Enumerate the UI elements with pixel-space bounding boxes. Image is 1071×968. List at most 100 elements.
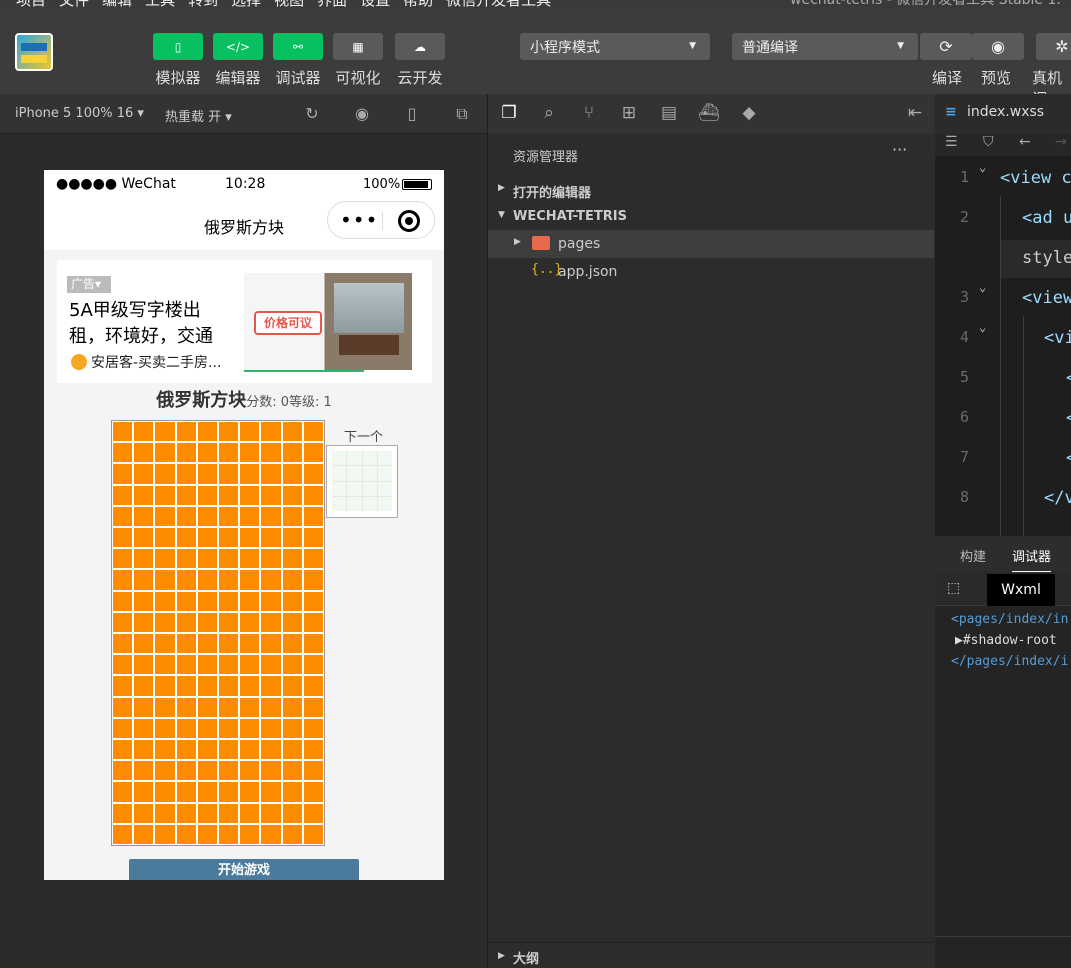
project-avatar-icon[interactable] (15, 33, 53, 71)
board-cell (155, 464, 175, 484)
record-icon[interactable]: ◉ (352, 104, 372, 124)
board-cell (197, 634, 217, 654)
menu-item[interactable]: 选择 (231, 0, 261, 8)
tab-index-wxss[interactable]: ≡ index.wxss (945, 104, 1044, 120)
line-number: 8 (959, 488, 969, 506)
board-cell (282, 443, 302, 463)
fold-chevron-icon[interactable]: ⌄ (979, 320, 986, 334)
menu-item[interactable]: 界面 (317, 0, 347, 8)
board-cell (303, 443, 323, 463)
phone-icon[interactable]: ▯ (402, 104, 422, 124)
preview-cell (362, 496, 377, 511)
visual-button[interactable]: ▦ (333, 33, 383, 60)
cloud-dev-button[interactable]: ☁ (395, 33, 445, 60)
tab-build[interactable]: 构建 (960, 546, 986, 565)
plugin-icon[interactable]: ◆ (738, 103, 760, 125)
menu-item[interactable]: 设置 (360, 0, 390, 8)
board-cell (261, 718, 281, 738)
back-arrow-icon[interactable]: ← (1019, 134, 1031, 150)
git-branch-icon[interactable]: ⑂ (578, 103, 600, 125)
board-cell (219, 782, 239, 802)
board-cell (134, 697, 154, 717)
menu-item[interactable]: 微信开发者工具 (446, 0, 551, 8)
menu-item[interactable]: 转到 (188, 0, 218, 8)
board-cell (155, 824, 175, 844)
battery-level: 100% (363, 177, 401, 192)
dom-node[interactable]: <pages/index/in (951, 612, 1068, 627)
css-file-icon: ≡ (945, 104, 957, 120)
status-bar: ●●●●● WeChat 10:28 100% (44, 170, 444, 198)
layout-icon: ▦ (352, 39, 364, 54)
menu-item[interactable]: 文件 (59, 0, 89, 8)
code-editor[interactable]: 1 2 3 4 5 6 7 8 ⌄ ⌄ ⌄ <view c <ad u styl… (935, 156, 1071, 536)
tree-item-pages[interactable]: ▶ pages (488, 230, 934, 258)
hot-reload-toggle[interactable]: 热重载 开 ▾ (165, 106, 232, 125)
project-section[interactable]: ▼ WECHAT-TETRIS (488, 203, 934, 231)
board-cell (240, 824, 260, 844)
close-miniprogram-icon[interactable] (398, 210, 420, 232)
fold-chevron-icon[interactable]: ⌄ (979, 280, 986, 294)
search-icon[interactable]: ⌕ (538, 103, 560, 125)
compile-select[interactable]: 普通编译 ▼ (732, 33, 918, 60)
forward-arrow-icon[interactable]: → (1055, 134, 1067, 150)
board-cell (261, 612, 281, 632)
more-icon[interactable]: ··· (892, 140, 907, 159)
docker-icon[interactable]: ⛴ (698, 103, 720, 125)
board-cell (240, 506, 260, 526)
board-cell (282, 655, 302, 675)
mode-select[interactable]: 小程序模式 ▼ (520, 33, 710, 60)
ad-badge[interactable]: 广告▾ (67, 276, 111, 293)
element-picker-icon[interactable]: ⬚ (947, 580, 960, 596)
tetris-board[interactable] (111, 420, 325, 846)
code-line: <vi (1044, 328, 1071, 348)
ad-banner[interactable]: 广告▾ 5A甲级写字楼出租，环境好，交通 安居客-买卖二手房... 价格可议 (57, 260, 432, 383)
board-cell (261, 655, 281, 675)
open-editors-section[interactable]: ▶ 打开的编辑器 (488, 176, 934, 204)
board-cell (261, 422, 281, 442)
simulator-toggle-button[interactable]: ▯ (153, 33, 203, 60)
preview-cell (347, 496, 362, 511)
remote-debug-button[interactable]: ✲ (1036, 33, 1071, 60)
tree-item-app-json[interactable]: {..} app.json (488, 258, 934, 286)
menu-item[interactable]: 工具 (145, 0, 175, 8)
bug-icon: ✲ (1055, 37, 1069, 56)
preview-button[interactable]: ◉ (972, 33, 1024, 60)
files-icon[interactable]: ❐ (498, 103, 520, 125)
board-cell (197, 655, 217, 675)
cloud-icon: ☁ (414, 39, 426, 54)
board-cell (176, 464, 196, 484)
outline-section[interactable]: ▶ 大纲 (488, 942, 934, 968)
board-cell (197, 464, 217, 484)
line-number: 6 (959, 408, 969, 426)
extensions-icon[interactable]: ⊞ (618, 103, 640, 125)
debugger-toggle-button[interactable]: ⚯ (273, 33, 323, 60)
device-select[interactable]: iPhone 5 100% 16 ▾ (15, 106, 144, 121)
tab-debugger[interactable]: 调试器 (1012, 546, 1052, 573)
storage-icon[interactable]: ▤ (658, 103, 680, 125)
compile-button[interactable]: ⟳ (920, 33, 972, 60)
bookmark-icon[interactable]: ⛉ (983, 134, 994, 150)
menu-item[interactable]: 项目 (16, 0, 46, 8)
collapse-panel-icon[interactable]: ⇤ (904, 103, 926, 125)
start-game-button[interactable]: 开始游戏 (129, 859, 359, 880)
tab-wxml[interactable]: Wxml (987, 574, 1055, 606)
board-cell (240, 697, 260, 717)
dom-node[interactable]: </pages/index/i (951, 654, 1068, 669)
list-icon[interactable]: ☰ (945, 134, 958, 150)
menu-item[interactable]: 编辑 (102, 0, 132, 8)
rotate-icon[interactable]: ↻ (302, 104, 322, 124)
board-cell (282, 612, 302, 632)
menu-item[interactable]: 视图 (274, 0, 304, 8)
fold-chevron-icon[interactable]: ⌄ (979, 160, 986, 174)
editor-toggle-button[interactable]: </> (213, 33, 263, 60)
menu-item[interactable]: 帮助 (403, 0, 433, 8)
more-dots-icon[interactable]: ••• (340, 208, 378, 232)
dom-node[interactable]: ▶#shadow-root (955, 633, 1057, 648)
board-cell (303, 422, 323, 442)
board-cell (134, 655, 154, 675)
board-cell (176, 697, 196, 717)
code-line: < (1066, 368, 1071, 388)
chevron-right-icon: ▶ (498, 951, 505, 961)
detach-window-icon[interactable]: ⧉ (452, 104, 472, 124)
board-cell (303, 591, 323, 611)
